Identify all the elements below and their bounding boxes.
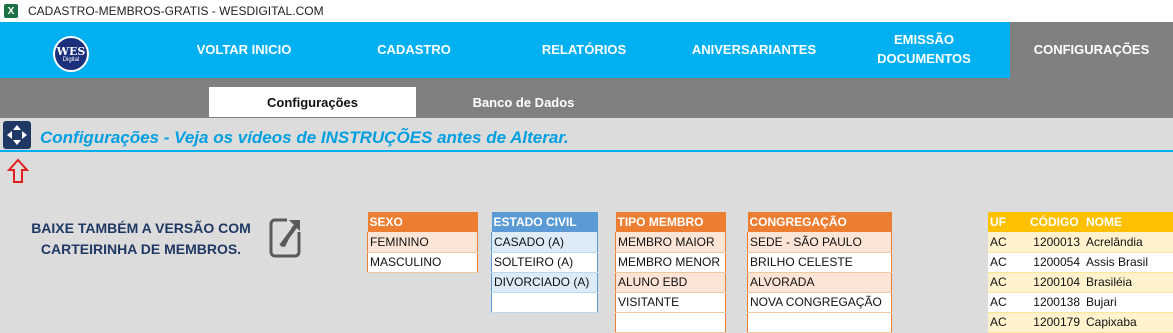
up-arrow-icon[interactable] bbox=[6, 158, 30, 184]
table-cell-empty[interactable] bbox=[747, 312, 892, 333]
promo-line-2: CARTEIRINHA DE MEMBROS. bbox=[40, 241, 242, 257]
nav-voltar-inicio[interactable]: VOLTAR INICIO bbox=[160, 22, 328, 78]
cell-nome[interactable]: Acrelândia bbox=[1084, 232, 1173, 253]
table-sexo: SEXO FEMININO MASCULINO bbox=[367, 212, 478, 273]
nav-relatorios[interactable]: RELATÓRIOS bbox=[500, 22, 668, 78]
table-tipo-membro: TIPO MEMBRO MEMBRO MAIOR MEMBRO MENOR AL… bbox=[615, 212, 726, 333]
window-titlebar: X CADASTRO-MEMBROS-GRATIS - WESDIGITAL.C… bbox=[0, 0, 1173, 22]
table-header-nome: NOME bbox=[1084, 212, 1173, 232]
table-header: CONGREGAÇÃO bbox=[747, 212, 892, 232]
table-row[interactable]: AC 1200013 Acrelândia bbox=[988, 232, 1173, 253]
promo-carteirinha[interactable]: BAIXE TAMBÉM A VERSÃO COM CARTEIRINHA DE… bbox=[10, 218, 272, 260]
table-header: SEXO bbox=[367, 212, 478, 232]
cell-uf[interactable]: AC bbox=[988, 292, 1028, 313]
table-cell[interactable]: MEMBRO MAIOR bbox=[615, 232, 726, 253]
table-cell[interactable]: SOLTEIRO (A) bbox=[491, 252, 598, 273]
cell-uf[interactable]: AC bbox=[988, 232, 1028, 253]
subtab-bar: Configurações Banco de Dados bbox=[0, 78, 1173, 118]
page-title: Configurações - Veja os vídeos de INSTRU… bbox=[40, 128, 569, 147]
table-cell-empty[interactable] bbox=[491, 292, 598, 313]
window-title: CADASTRO-MEMBROS-GRATIS - WESDIGITAL.COM bbox=[28, 4, 324, 18]
cell-codigo[interactable]: 1200179 bbox=[1028, 312, 1084, 333]
cell-uf[interactable]: AC bbox=[988, 252, 1028, 273]
wes-digital-logo[interactable]: WES Digital bbox=[53, 36, 89, 72]
table-cell[interactable]: DIVORCIADO (A) bbox=[491, 272, 598, 293]
nav-emissao-label: EMISSÃO DOCUMENTOS bbox=[877, 31, 971, 69]
logo-text: WES bbox=[56, 44, 86, 58]
cell-nome[interactable]: Capixaba bbox=[1084, 312, 1173, 333]
table-cell[interactable]: NOVA CONGREGAÇÃO bbox=[747, 292, 892, 313]
nav-aniversariantes[interactable]: ANIVERSARIANTES bbox=[670, 22, 838, 78]
table-cell[interactable]: BRILHO CELESTE bbox=[747, 252, 892, 273]
nav-configuracoes[interactable]: CONFIGURAÇÕES bbox=[1010, 22, 1173, 78]
main-navbar: WES Digital VOLTAR INICIO CADASTRO RELAT… bbox=[0, 22, 1173, 82]
cell-nome[interactable]: Assis Brasil bbox=[1084, 252, 1173, 273]
table-estado-civil: ESTADO CIVIL CASADO (A) SOLTEIRO (A) DIV… bbox=[491, 212, 598, 313]
cell-uf[interactable]: AC bbox=[988, 312, 1028, 333]
table-row[interactable]: AC 1200104 Brasiléia bbox=[988, 272, 1173, 293]
table-cell[interactable]: FEMININO bbox=[367, 232, 478, 253]
table-row[interactable]: AC 1200138 Bujari bbox=[988, 292, 1173, 313]
table-cell[interactable]: VISITANTE bbox=[615, 292, 726, 313]
cell-codigo[interactable]: 1200138 bbox=[1028, 292, 1084, 313]
cell-codigo[interactable]: 1200013 bbox=[1028, 232, 1084, 253]
promo-line-1: BAIXE TAMBÉM A VERSÃO COM bbox=[31, 220, 251, 236]
external-link-icon[interactable] bbox=[269, 216, 303, 260]
tab-banco-de-dados[interactable]: Banco de Dados bbox=[420, 87, 627, 117]
table-cell-empty[interactable] bbox=[615, 312, 726, 333]
table-cell[interactable]: MASCULINO bbox=[367, 252, 478, 273]
table-cell[interactable]: SEDE - SÃO PAULO bbox=[747, 232, 892, 253]
table-header-codigo: CÓDIGO bbox=[1028, 212, 1084, 232]
cell-codigo[interactable]: 1200104 bbox=[1028, 272, 1084, 293]
cell-nome[interactable]: Bujari bbox=[1084, 292, 1173, 313]
nav-emissao-label-line: EMISSÃO bbox=[894, 32, 954, 48]
cell-uf[interactable]: AC bbox=[988, 272, 1028, 293]
nav-cadastro[interactable]: CADASTRO bbox=[330, 22, 498, 78]
table-municipios: UF CÓDIGO NOME AC 1200013 Acrelândia AC … bbox=[988, 212, 1173, 333]
cell-nome[interactable]: Brasiléia bbox=[1084, 272, 1173, 293]
table-cell[interactable]: ALUNO EBD bbox=[615, 272, 726, 293]
nav-emissao-label-line: DOCUMENTOS bbox=[877, 51, 971, 66]
table-congregacao: CONGREGAÇÃO SEDE - SÃO PAULO BRILHO CELE… bbox=[747, 212, 892, 333]
table-cell[interactable]: CASADO (A) bbox=[491, 232, 598, 253]
table-header-uf: UF bbox=[988, 212, 1028, 232]
table-cell[interactable]: ALVORADA bbox=[747, 272, 892, 293]
excel-icon: X bbox=[4, 4, 18, 18]
table-cell[interactable]: MEMBRO MENOR bbox=[615, 252, 726, 273]
cell-codigo[interactable]: 1200054 bbox=[1028, 252, 1084, 273]
table-row[interactable]: AC 1200179 Capixaba bbox=[988, 312, 1173, 333]
navigation-arrows-icon[interactable] bbox=[3, 121, 31, 149]
tab-configuracoes[interactable]: Configurações bbox=[209, 87, 416, 117]
table-row[interactable]: AC 1200054 Assis Brasil bbox=[988, 252, 1173, 273]
nav-emissao-documentos[interactable]: EMISSÃO DOCUMENTOS bbox=[840, 22, 1008, 78]
logo-subtext: Digital bbox=[62, 56, 80, 63]
table-header: TIPO MEMBRO bbox=[615, 212, 726, 232]
table-header: ESTADO CIVIL bbox=[491, 212, 598, 232]
heading-divider bbox=[0, 150, 1173, 152]
